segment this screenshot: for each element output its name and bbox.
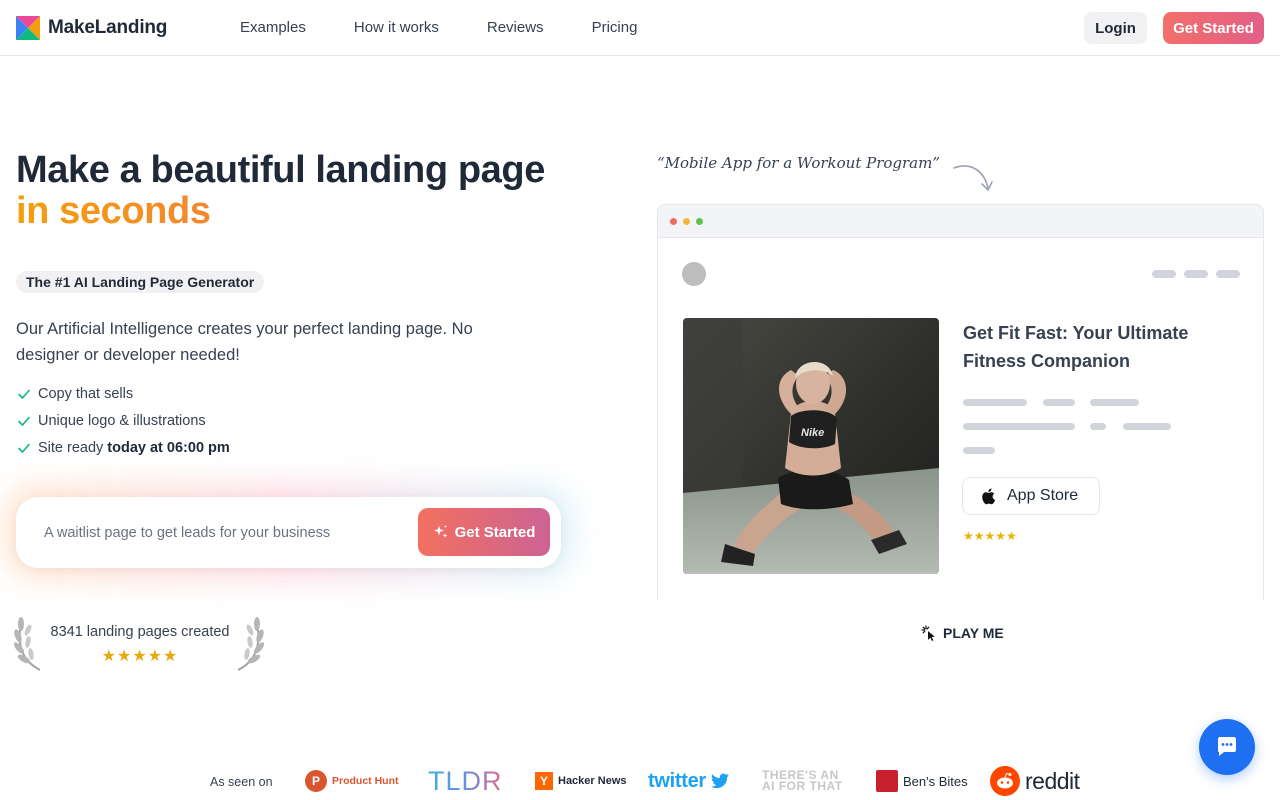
app-store-badge: App Store (962, 477, 1100, 515)
window-minimize-dot (683, 218, 690, 225)
check-icon (18, 389, 30, 399)
twitter-bird-icon (710, 773, 729, 789)
mock-nav-placeholder (1216, 270, 1240, 278)
laurel-left-icon (14, 617, 41, 671)
hacker-news-text: Hacker News (558, 775, 627, 787)
brand-logo[interactable]: MakeLanding (16, 16, 167, 40)
feature-text: Copy that sells (38, 385, 134, 402)
play-me-label: PLAY ME (943, 625, 1004, 641)
tldr-logo[interactable]: TLDR (428, 766, 503, 796)
cursor-click-icon (921, 625, 935, 641)
shirt-logo-text: Nike (801, 427, 824, 439)
window-maximize-dot (696, 218, 703, 225)
nav-pricing[interactable]: Pricing (592, 19, 638, 36)
feature-list: Copy that sells Unique logo & illustrati… (16, 380, 230, 461)
mock-nav-placeholder (1184, 270, 1208, 278)
mock-text-line (963, 447, 995, 454)
mock-rating-stars: ★★★★★ (963, 529, 1017, 543)
as-seen-on-label: As seen on (210, 775, 273, 789)
mock-logo-placeholder (682, 262, 706, 286)
mock-text-line (1090, 423, 1106, 430)
preview-browser-window[interactable]: Nike Get Fit Fast: Your Ultimate Fitness… (657, 204, 1264, 600)
nav-how-it-works[interactable]: How it works (354, 19, 439, 36)
hero-title-line1: Make a beautiful landing page (16, 149, 545, 191)
laurel-right-icon (237, 617, 264, 671)
apple-icon (982, 488, 996, 505)
example-prompt-quote: “Mobile App for a Workout Program” (657, 154, 941, 172)
hero-title: Make a beautiful landing page in seconds (16, 150, 545, 232)
hacker-news-icon: Y (535, 772, 553, 790)
hero-lead: Our Artificial Intelligence creates your… (16, 320, 473, 364)
theres-an-ai-for-that-text: THERE'S AN AI FOR THAT (762, 768, 843, 793)
bens-bites-logo[interactable]: Ben's Bites (876, 766, 968, 796)
feature-item: Unique logo & illustrations (16, 407, 230, 434)
check-icon (18, 416, 30, 426)
reddit-logo[interactable]: reddit (990, 766, 1080, 796)
feature-item: Copy that sells (16, 380, 230, 407)
rating-stars: ★★★★★ (101, 648, 179, 665)
pages-created-count: 8341 landing pages created (50, 624, 230, 640)
twitter-text: twitter (648, 769, 706, 792)
nav-examples[interactable]: Examples (240, 19, 306, 36)
mock-nav-placeholder (1152, 270, 1176, 278)
reddit-icon (990, 766, 1020, 796)
fitness-photo: Nike (683, 318, 939, 574)
prompt-button-label: Get Started (454, 523, 536, 541)
bens-bites-text: Ben's Bites (903, 773, 968, 789)
preview-fade (658, 570, 1263, 600)
feature-time: today at 06:00 pm (107, 439, 230, 456)
window-close-dot (670, 218, 677, 225)
hero-badge: The #1 AI Landing Page Generator (16, 271, 265, 293)
hero-title-line2: in seconds (16, 191, 545, 232)
product-hunt-text: Product Hunt (332, 775, 399, 787)
sparkles-icon (433, 525, 448, 538)
check-icon (18, 443, 30, 453)
browser-toolbar (658, 205, 1263, 238)
reddit-text: reddit (1025, 767, 1080, 794)
chat-widget-button[interactable] (1199, 719, 1255, 775)
hacker-news-logo[interactable]: Y Hacker News (535, 766, 627, 796)
brand-logo-icon (16, 16, 40, 40)
mock-text-line (1123, 423, 1171, 430)
feature-text: Site ready (38, 439, 104, 456)
feature-text: Unique logo & illustrations (38, 412, 206, 429)
play-me-button[interactable]: PLAY ME (921, 625, 1004, 641)
mock-text-line (1090, 399, 1139, 406)
prompt-input[interactable] (44, 521, 404, 545)
product-hunt-icon: P (305, 770, 327, 792)
mock-headline: Get Fit Fast: Your Ultimate Fitness Comp… (963, 323, 1189, 371)
curved-arrow-icon (953, 165, 993, 191)
theres-an-ai-for-that-logo[interactable]: THERE'S AN AI FOR THAT (762, 766, 854, 796)
header-get-started-button[interactable]: Get Started (1163, 12, 1264, 44)
twitter-logo[interactable]: twitter (648, 766, 729, 796)
mock-text-line (963, 399, 1027, 406)
bens-bites-icon (876, 770, 898, 792)
brand-name: MakeLanding (48, 17, 168, 38)
main-nav: Examples How it works Reviews Pricing (240, 19, 637, 36)
chat-bubble-icon (1218, 737, 1236, 756)
product-hunt-logo[interactable]: P Product Hunt (305, 766, 399, 796)
nav-reviews[interactable]: Reviews (487, 19, 544, 36)
mock-text-line (963, 423, 1075, 430)
prompt-get-started-button[interactable]: Get Started (418, 508, 550, 556)
login-button[interactable]: Login (1084, 12, 1147, 44)
prompt-box: Get Started (16, 497, 561, 568)
tldr-text: TLDR (428, 765, 503, 796)
mock-text-line (1043, 399, 1075, 406)
feature-item: Site ready today at 06:00 pm (16, 434, 230, 461)
site-header: MakeLanding Examples How it works Review… (0, 0, 1280, 56)
app-store-label: App Store (1007, 487, 1079, 504)
